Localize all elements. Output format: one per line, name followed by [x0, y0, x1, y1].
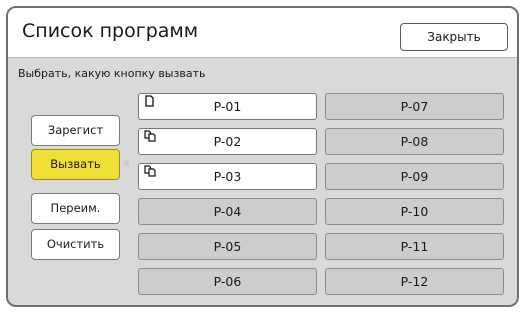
program-button-p10[interactable]: P-10 — [325, 198, 504, 225]
selection-arrow-icon — [122, 158, 129, 168]
program-button-p08[interactable]: P-08 — [325, 128, 504, 155]
page-title: Список программ — [22, 20, 199, 42]
single-document-icon — [145, 95, 154, 107]
dialog-header: Список программ Закрыть — [8, 8, 517, 58]
rename-button[interactable]: Переим. — [31, 193, 120, 224]
multi-document-icon — [144, 165, 156, 177]
program-button-p03[interactable]: P-03 — [138, 163, 317, 190]
clear-button[interactable]: Очистить — [31, 229, 120, 260]
program-button-p09[interactable]: P-09 — [325, 163, 504, 190]
program-list-dialog: Список программ Закрыть Выбрать, какую к… — [6, 6, 519, 307]
close-button[interactable]: Закрыть — [400, 23, 508, 51]
program-button-p02[interactable]: P-02 — [138, 128, 317, 155]
program-button-p06[interactable]: P-06 — [138, 268, 317, 295]
program-button-p12[interactable]: P-12 — [325, 268, 504, 295]
program-button-p07[interactable]: P-07 — [325, 93, 504, 120]
program-button-p05[interactable]: P-05 — [138, 233, 317, 260]
program-button-p01[interactable]: P-01 — [138, 93, 317, 120]
program-button-p11[interactable]: P-11 — [325, 233, 504, 260]
multi-document-icon — [144, 130, 156, 142]
program-button-p04[interactable]: P-04 — [138, 198, 317, 225]
program-label: P-02 — [213, 134, 242, 149]
program-label: P-01 — [213, 99, 242, 114]
recall-button[interactable]: Вызвать — [31, 149, 120, 180]
instruction-text: Выбрать, какую кнопку вызвать — [18, 67, 206, 80]
register-button[interactable]: Зарегист — [31, 115, 120, 146]
program-label: P-03 — [213, 169, 242, 184]
